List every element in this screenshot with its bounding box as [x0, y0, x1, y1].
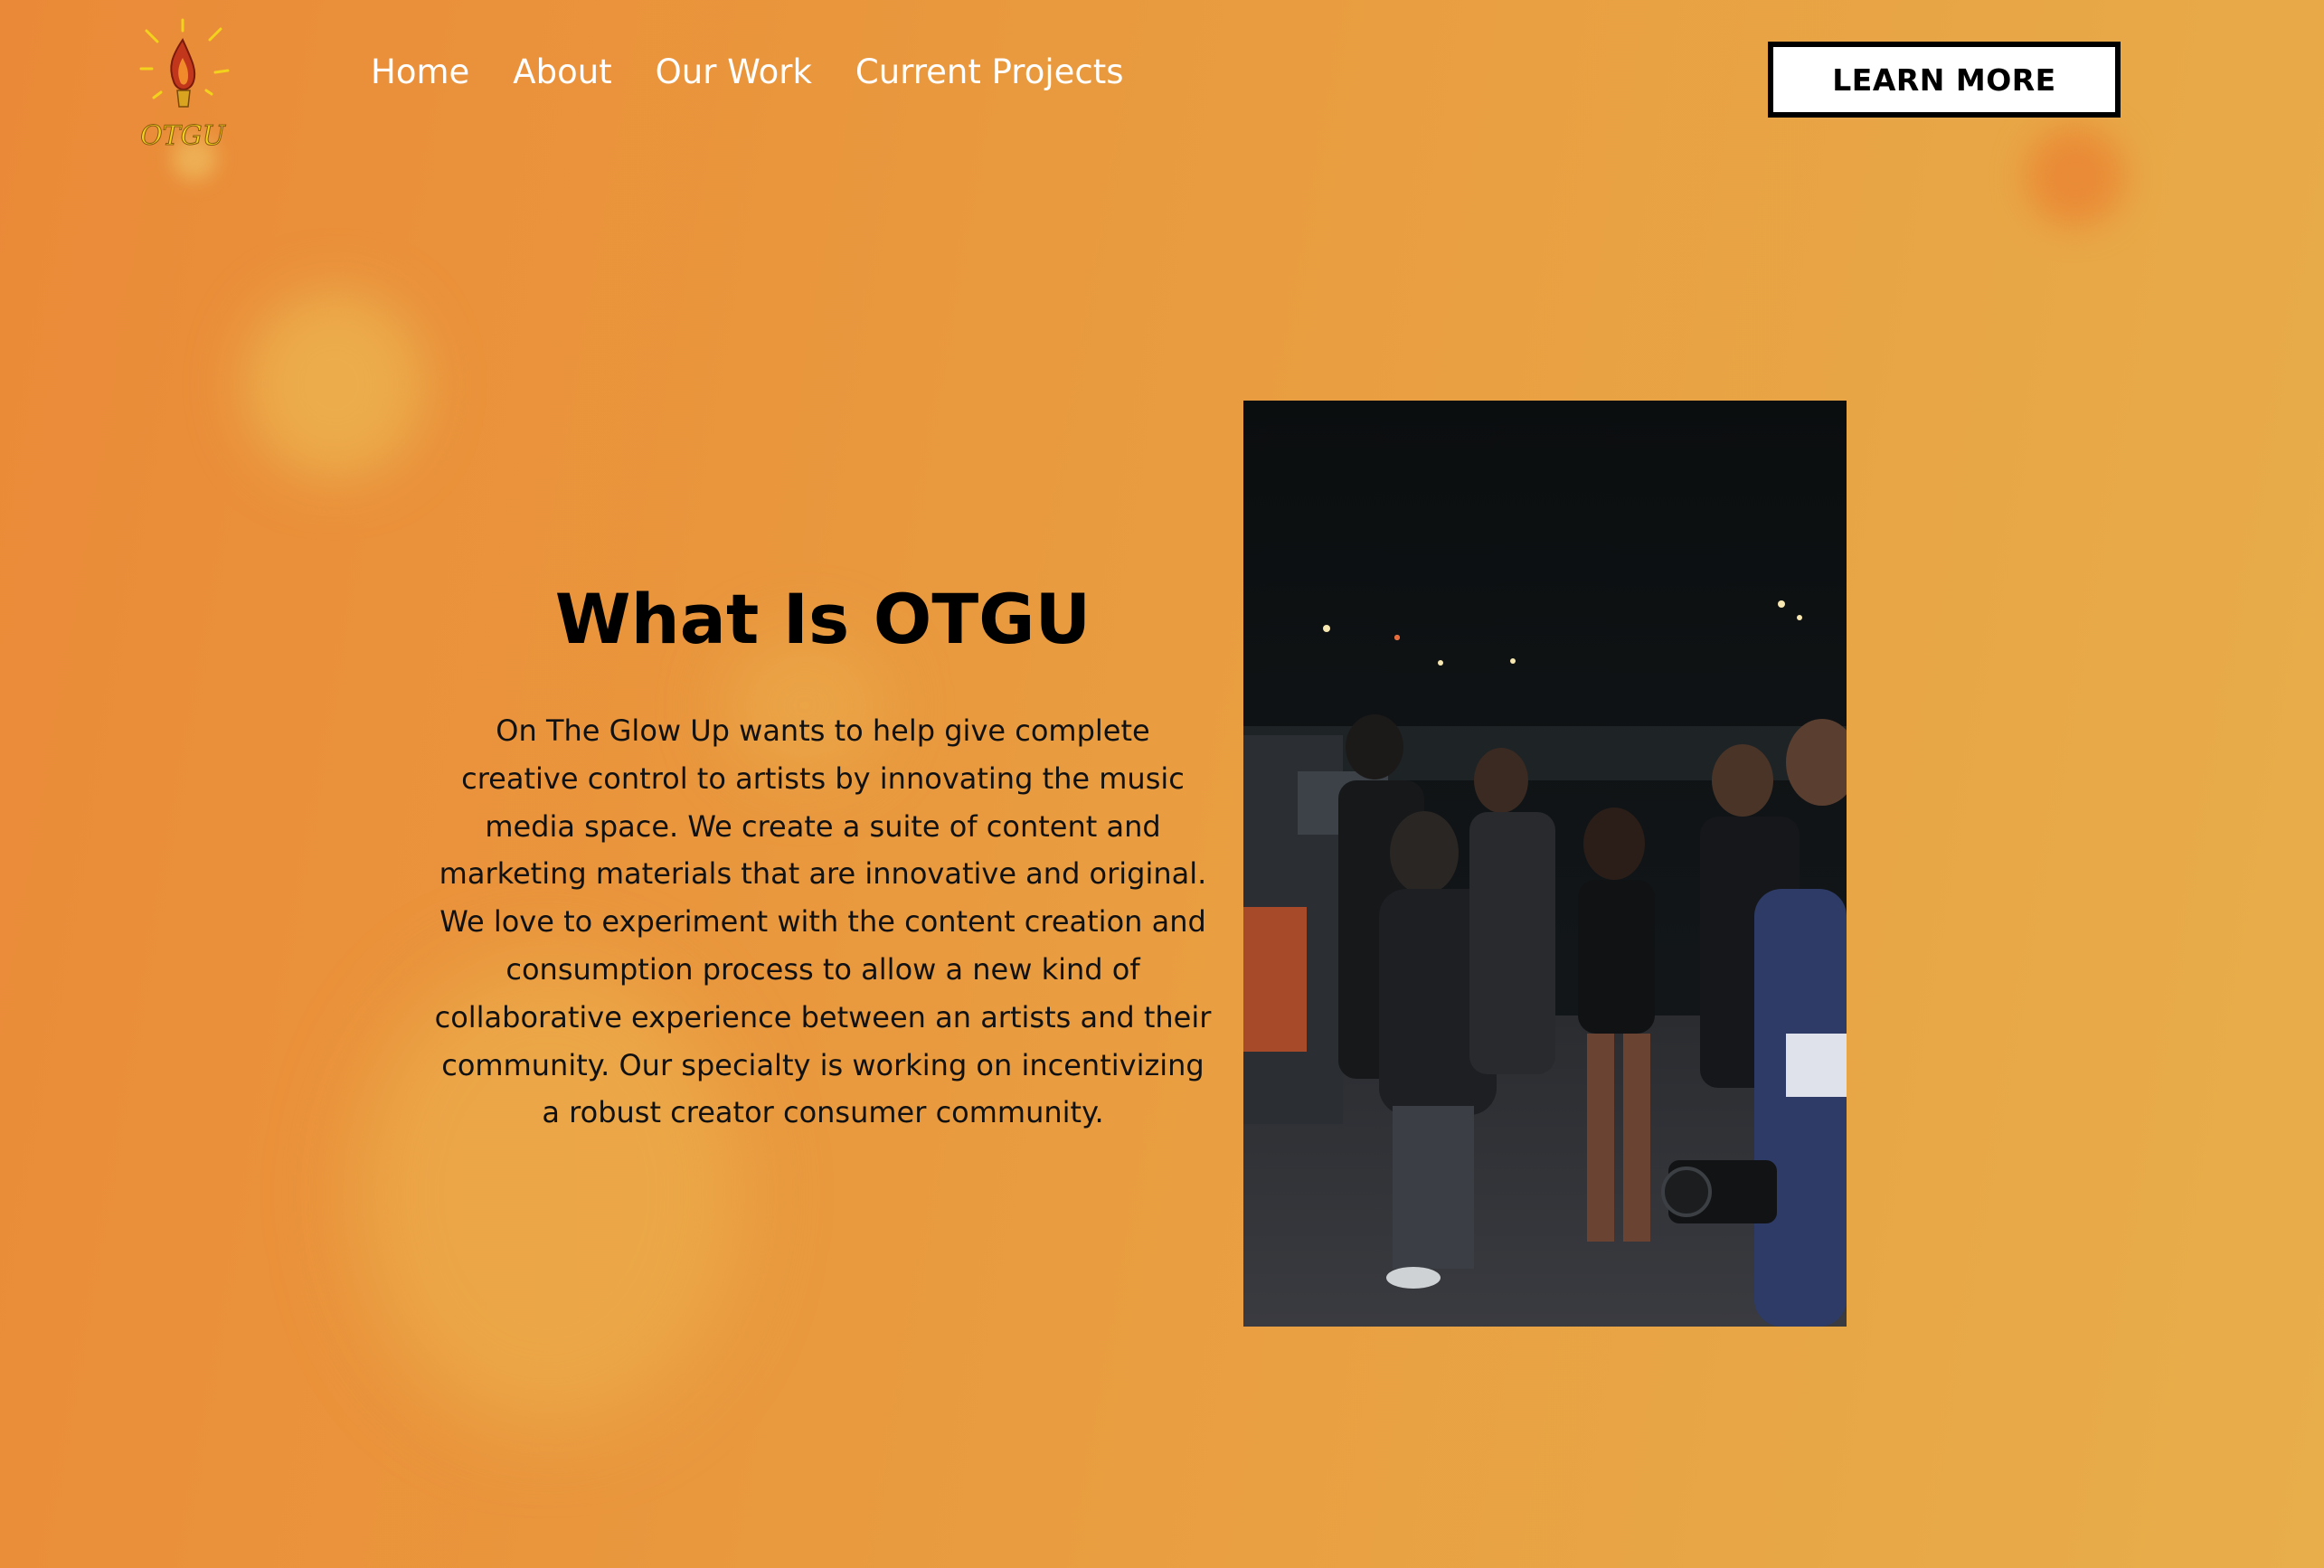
bokeh-blob: [244, 289, 425, 479]
logo-text: OTGU: [140, 120, 228, 153]
nav-link-about[interactable]: About: [513, 52, 611, 91]
section-description: On The Glow Up wants to help give comple…: [434, 713, 1212, 1130]
bokeh-blob: [2026, 127, 2125, 226]
otgu-logo-icon[interactable]: OTGU: [127, 13, 244, 157]
main-nav: Home About Our Work Current Projects: [371, 52, 1124, 91]
nav-link-home[interactable]: Home: [371, 52, 469, 91]
nav-link-our-work[interactable]: Our Work: [656, 52, 812, 91]
page: OTGU Home About Our Work Current Project…: [0, 0, 2324, 1568]
night-crowd-photo: [1243, 401, 1847, 1327]
svg-text:OTGU: OTGU: [140, 120, 227, 152]
nav-link-current-projects[interactable]: Current Projects: [855, 52, 1124, 91]
learn-more-button[interactable]: LEARN MORE: [1768, 42, 2121, 118]
section-heading: What Is OTGU: [554, 579, 1091, 659]
